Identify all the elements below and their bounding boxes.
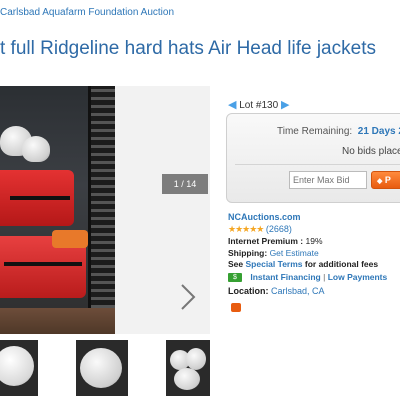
special-terms-link[interactable]: Special Terms — [246, 259, 303, 269]
breadcrumb[interactable]: Carlsbad Aquafarm Foundation Auction — [0, 7, 174, 18]
thumbnail-strip — [0, 340, 210, 400]
location: Location: Carlsbad, CA — [228, 286, 325, 296]
chevron-right-icon[interactable] — [178, 282, 198, 312]
shipping-label: Shipping: — [228, 248, 268, 258]
seller-name[interactable]: NCAuctions.com — [228, 212, 301, 222]
arrow-right-icon[interactable]: ▶ — [281, 99, 289, 111]
gps-icon[interactable] — [231, 303, 241, 312]
special-terms: See Special Terms for additional fees — [228, 259, 378, 269]
seller-rating: ★★★★★ (2668) — [228, 224, 292, 235]
thumbnail[interactable] — [166, 340, 210, 396]
premium-label: Internet Premium : — [228, 236, 304, 246]
image-gallery[interactable]: 1 / 14 — [0, 86, 210, 334]
image-counter: 1 / 14 — [162, 174, 208, 194]
max-bid-input[interactable] — [289, 171, 367, 189]
internet-premium: Internet Premium : 19% — [228, 236, 323, 246]
lot-number: Lot #130 — [239, 100, 279, 111]
money-icon: $ — [228, 273, 242, 283]
rating-count[interactable]: (2668) — [266, 224, 292, 234]
place-bid-label: P — [384, 175, 391, 185]
hard-hat-image — [22, 136, 50, 162]
main-photo[interactable] — [0, 86, 115, 334]
low-payments-link[interactable]: Low Payments — [328, 272, 388, 282]
gavel-icon: ◆ — [377, 178, 383, 185]
location-label: Location: — [228, 286, 269, 296]
terms-suffix: for additional fees — [304, 259, 379, 269]
star-icon: ★★★★★ — [228, 224, 264, 234]
time-value: 21 Days 20 — [357, 126, 400, 137]
terms-prefix: See — [228, 259, 244, 269]
arrow-left-icon[interactable]: ◀ — [228, 99, 236, 111]
financing: $ Instant Financing | Low Payments — [228, 272, 388, 283]
premium-value: 19% — [305, 236, 323, 246]
lot-navigation: ◀ Lot #130 ▶ — [228, 98, 289, 111]
shipping-estimate-link[interactable]: Get Estimate — [270, 248, 319, 258]
time-remaining: Time Remaining: 21 Days 20 — [277, 126, 400, 137]
place-bid-button[interactable]: ◆ P — [371, 171, 400, 189]
bids-status: No bids placed — [342, 146, 400, 157]
shipping: Shipping: Get Estimate — [228, 248, 319, 258]
location-value: Carlsbad, CA — [271, 286, 325, 296]
thumbnail[interactable] — [76, 340, 128, 396]
thumbnail[interactable] — [0, 340, 38, 396]
page-title: t full Ridgeline hard hats Air Head life… — [0, 38, 376, 59]
bid-box: Time Remaining: 21 Days 20 No bids place… — [226, 113, 400, 203]
instant-financing-link[interactable]: Instant Financing — [250, 272, 320, 282]
time-label: Time Remaining: — [277, 126, 353, 137]
